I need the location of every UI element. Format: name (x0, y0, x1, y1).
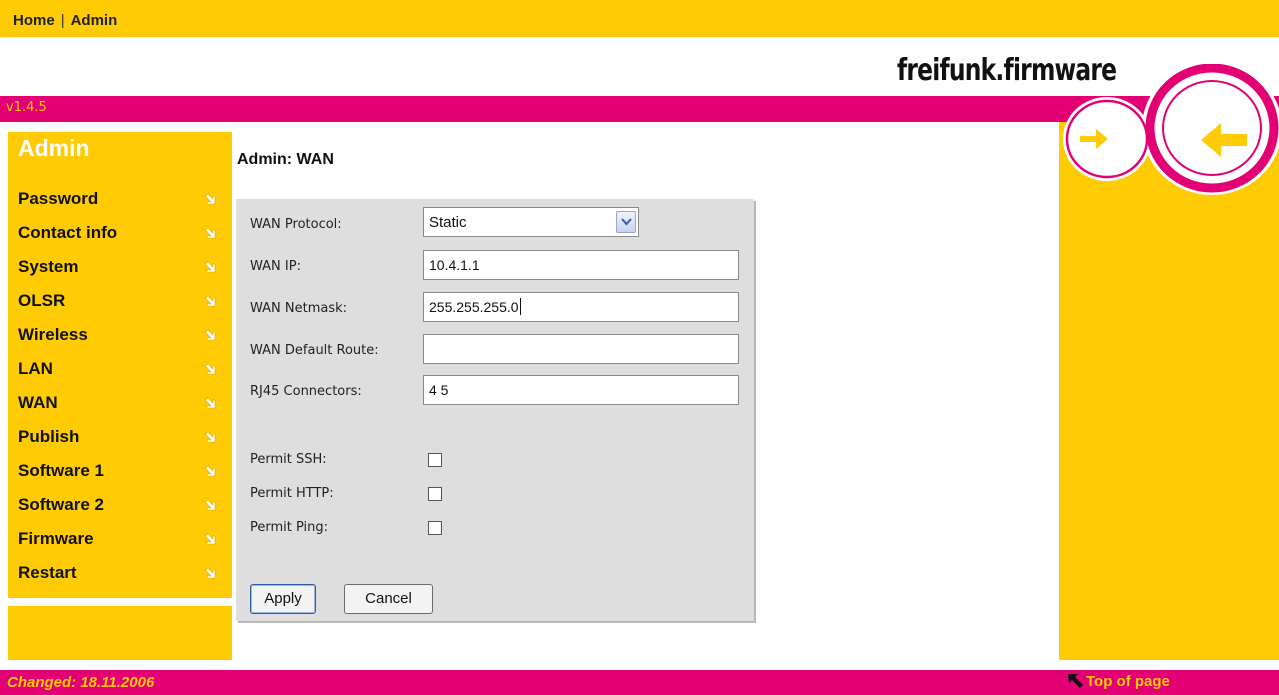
permit-ssh-checkbox[interactable] (428, 453, 442, 467)
sidebar: Admin Password Contact info System OLSR Wire… (0, 122, 232, 660)
arrow-down-right-icon (204, 567, 216, 579)
sidebar-item-label: Wireless (18, 325, 88, 344)
sidebar-item-label: Restart (18, 563, 77, 582)
sidebar-item-software-1[interactable]: Software 1 (18, 459, 232, 489)
permit-ssh-label: Permit SSH: (250, 452, 327, 467)
sidebar-divider (8, 598, 232, 606)
sidebar-item-label: Software 1 (18, 461, 104, 480)
arrow-down-right-icon (204, 227, 216, 239)
sidebar-item-label: Publish (18, 427, 80, 446)
sidebar-item-label: LAN (18, 359, 53, 378)
sidebar-lower-block (8, 606, 232, 660)
sidebar-item-wireless[interactable]: Wireless (18, 323, 232, 353)
sidebar-item-label: OLSR (18, 291, 66, 310)
wan-default-route-field[interactable] (423, 334, 739, 364)
top-of-page-link[interactable]: Top of page (1068, 673, 1170, 690)
sidebar-item-lan[interactable]: LAN (18, 357, 232, 387)
sidebar-title: Admin (18, 135, 90, 161)
sidebar-item-firmware[interactable]: Firmware (18, 527, 232, 557)
text-cursor (519, 298, 521, 315)
arrow-down-right-icon (204, 499, 216, 511)
chevron-down-icon[interactable] (616, 211, 636, 233)
sidebar-item-label: Contact info (18, 223, 118, 242)
arrow-down-right-icon (204, 193, 216, 205)
wan-ip-field[interactable]: 10.4.1.1 (423, 250, 739, 280)
sidebar-item-system[interactable]: System (18, 255, 232, 285)
top-of-page-label: Top of page (1086, 673, 1170, 690)
wan-ip-label: WAN IP: (250, 259, 301, 274)
arrow-up-left-icon (1068, 674, 1083, 688)
wan-netmask-field[interactable]: 255.255.255.0 (423, 292, 739, 322)
arrow-down-right-icon (204, 329, 216, 341)
wan-netmask-label: WAN Netmask: (250, 301, 348, 316)
arrow-down-right-icon (204, 397, 216, 409)
wan-protocol-value: Static (429, 214, 467, 231)
arrow-down-right-icon (204, 465, 216, 477)
home-link[interactable]: Home (13, 12, 55, 29)
wan-protocol-label: WAN Protocol: (250, 217, 342, 232)
arrow-down-right-icon (204, 431, 216, 443)
rj45-connectors-field[interactable]: 4 5 (423, 375, 739, 405)
breadcrumb: Home | Admin (13, 12, 117, 29)
changed-date: Changed: 18.11.2006 (7, 674, 155, 691)
wan-form: WAN Protocol: Static WAN IP: 10.4.1.1 WA… (236, 199, 754, 621)
sidebar-item-software-2[interactable]: Software 2 (18, 493, 232, 523)
top-bar (0, 0, 1279, 37)
sidebar-item-label: Password (18, 189, 99, 208)
wan-default-route-label: WAN Default Route: (250, 343, 379, 358)
sidebar-item-publish[interactable]: Publish (18, 425, 232, 455)
apply-button[interactable]: Apply (250, 584, 316, 614)
version-label: v1.4.5 (6, 100, 47, 115)
rj45-connectors-label: RJ45 Connectors: (250, 384, 362, 399)
arrow-down-right-icon (204, 295, 216, 307)
wan-netmask-value: 255.255.255.0 (429, 299, 519, 315)
sidebar-item-wan[interactable]: WAN (18, 391, 232, 421)
cancel-button[interactable]: Cancel (344, 584, 433, 614)
permit-ping-label: Permit Ping: (250, 520, 329, 535)
sidebar-item-olsr[interactable]: OLSR (18, 289, 232, 319)
sidebar-item-label: Software 2 (18, 495, 104, 514)
permit-http-label: Permit HTTP: (250, 486, 334, 501)
page-title: Admin: WAN (237, 151, 334, 168)
wan-protocol-select[interactable]: Static (423, 207, 639, 237)
sidebar-item-password[interactable]: Password (18, 187, 232, 217)
sidebar-item-label: System (18, 257, 79, 276)
arrow-down-right-icon (204, 533, 216, 545)
freifunk-logo (1057, 64, 1279, 195)
sidebar-item-label: WAN (18, 393, 58, 412)
sidebar-item-label: Firmware (18, 529, 94, 548)
permit-http-checkbox[interactable] (428, 487, 442, 501)
arrow-down-right-icon (204, 363, 216, 375)
permit-ping-checkbox[interactable] (428, 521, 442, 535)
admin-link[interactable]: Admin (71, 12, 118, 29)
breadcrumb-separator: | (60, 12, 65, 29)
sidebar-item-restart[interactable]: Restart (18, 561, 232, 591)
sidebar-item-contact-info[interactable]: Contact info (18, 221, 232, 251)
arrow-down-right-icon (204, 261, 216, 273)
